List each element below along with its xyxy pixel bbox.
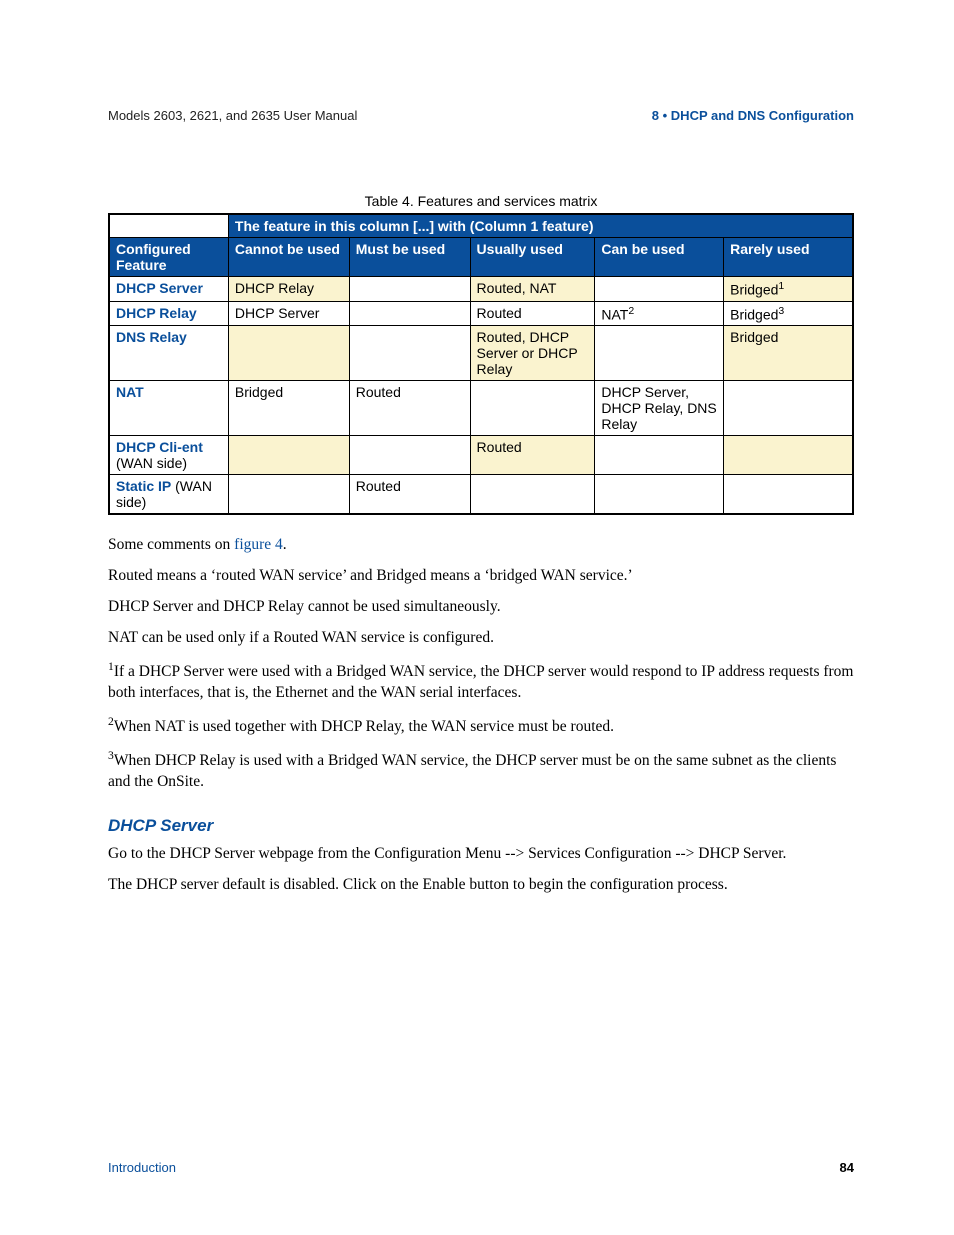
table-row: DNS Relay Routed, DHCP Server or DHCP Rel… xyxy=(109,326,853,381)
row-label: DHCP Server xyxy=(109,277,228,302)
table-span-header: The feature in this column [...] with (C… xyxy=(228,214,853,238)
features-matrix-table: The feature in this column [...] with (C… xyxy=(108,213,854,515)
row-label: DHCP Cli-ent (WAN side) xyxy=(109,436,228,475)
section-heading-dhcp-server: DHCP Server xyxy=(108,815,854,838)
table-cell xyxy=(470,475,595,515)
table-cell xyxy=(724,475,853,515)
table-cell xyxy=(595,475,724,515)
table-cell xyxy=(349,301,470,326)
table-cell xyxy=(349,326,470,381)
table-cell xyxy=(349,436,470,475)
table-cell: Routed xyxy=(349,475,470,515)
footer-page-number: 84 xyxy=(840,1160,854,1175)
table-cell: Bridged xyxy=(228,381,349,436)
table-cell xyxy=(595,436,724,475)
figure-4-link[interactable]: figure 4 xyxy=(234,536,283,553)
col-header-configured: Configured Feature xyxy=(109,238,228,277)
table-cell xyxy=(595,326,724,381)
table-cell: Routed, DHCP Server or DHCP Relay xyxy=(470,326,595,381)
row-label: NAT xyxy=(109,381,228,436)
table-cell: Routed xyxy=(349,381,470,436)
footnote-1: 1If a DHCP Server were used with a Bridg… xyxy=(108,659,854,704)
table-row: DHCP Cli-ent (WAN side) Routed xyxy=(109,436,853,475)
header-right: 8 • DHCP and DNS Configuration xyxy=(652,108,854,123)
section-p2: The DHCP server default is disabled. Cli… xyxy=(108,875,854,896)
footnote-2: 2When NAT is used together with DHCP Rel… xyxy=(108,714,854,738)
col-header-can: Can be used xyxy=(595,238,724,277)
table-cell: DHCP Server, DHCP Relay, DNS Relay xyxy=(595,381,724,436)
table-cell xyxy=(228,326,349,381)
footnote-3: 3When DHCP Relay is used with a Bridged … xyxy=(108,748,854,793)
table-caption: Table 4. Features and services matrix xyxy=(108,193,854,209)
row-label: DNS Relay xyxy=(109,326,228,381)
row-label: DHCP Relay xyxy=(109,301,228,326)
table-cell: DHCP Server xyxy=(228,301,349,326)
row-label: Static IP (WAN side) xyxy=(109,475,228,515)
table-cell: Bridged1 xyxy=(724,277,853,302)
table-row: NATBridgedRouted DHCP Server, DHCP Relay,… xyxy=(109,381,853,436)
table-cell xyxy=(470,381,595,436)
header-left: Models 2603, 2621, and 2635 User Manual xyxy=(108,108,357,123)
table-cell xyxy=(228,436,349,475)
comment-p2: DHCP Server and DHCP Relay cannot be use… xyxy=(108,597,854,618)
comment-p1: Routed means a ‘routed WAN service’ and … xyxy=(108,566,854,587)
table-cell: NAT2 xyxy=(595,301,724,326)
footer-section: Introduction xyxy=(108,1160,176,1175)
comments-intro: Some comments on figure 4. xyxy=(108,535,854,556)
col-header-rarely: Rarely used xyxy=(724,238,853,277)
section-p1: Go to the DHCP Server webpage from the C… xyxy=(108,844,854,865)
col-header-cannot: Cannot be used xyxy=(228,238,349,277)
table-row: DHCP RelayDHCP Server RoutedNAT2Bridged3 xyxy=(109,301,853,326)
table-cell xyxy=(595,277,724,302)
table-cell: Routed xyxy=(470,301,595,326)
table-cell: Routed xyxy=(470,436,595,475)
table-cell xyxy=(349,277,470,302)
table-cell xyxy=(724,381,853,436)
table-cell: Routed, NAT xyxy=(470,277,595,302)
table-row: Static IP (WAN side) Routed xyxy=(109,475,853,515)
table-cell: Bridged xyxy=(724,326,853,381)
table-cell: DHCP Relay xyxy=(228,277,349,302)
table-cell xyxy=(228,475,349,515)
col-header-must: Must be used xyxy=(349,238,470,277)
table-cell: Bridged3 xyxy=(724,301,853,326)
comment-p3: NAT can be used only if a Routed WAN ser… xyxy=(108,628,854,649)
table-row: DHCP ServerDHCP Relay Routed, NAT Bridged1 xyxy=(109,277,853,302)
table-cell xyxy=(724,436,853,475)
col-header-usually: Usually used xyxy=(470,238,595,277)
